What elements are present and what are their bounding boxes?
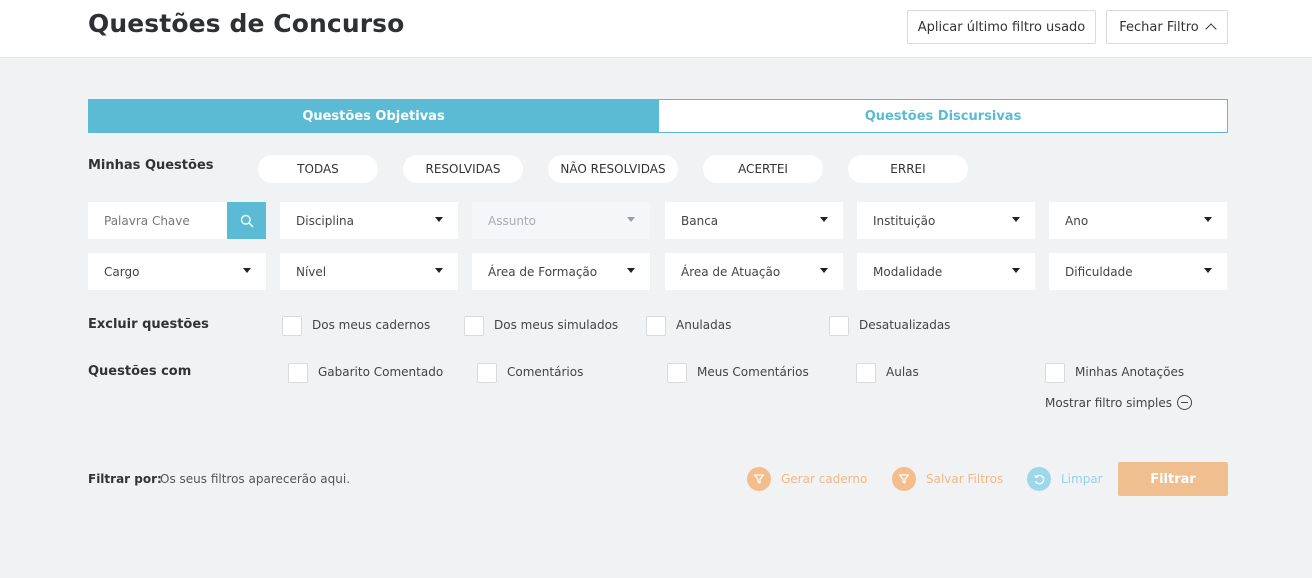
filter-summary-text: Os seus filtros aparecerão aqui. xyxy=(160,472,351,486)
checkbox-label: Aulas xyxy=(886,365,919,379)
caret-down-icon xyxy=(820,217,828,222)
checkbox-label: Gabarito Comentado xyxy=(318,365,444,379)
minus-circle-icon xyxy=(1176,395,1192,410)
select-instituicao-label: Instituição xyxy=(873,213,936,228)
select-modalidade[interactable]: Modalidade xyxy=(857,253,1035,290)
apply-last-filter-button[interactable]: Aplicar último filtro usado xyxy=(907,10,1096,44)
checkbox-label: Desatualizadas xyxy=(859,318,951,332)
keyword-search xyxy=(88,202,266,239)
filter-pill-acertei[interactable]: ACERTEI xyxy=(703,155,823,183)
checkbox-dos-meus-cadernos[interactable] xyxy=(282,316,302,336)
select-ano-label: Ano xyxy=(1065,213,1089,228)
generate-notebook-label: Gerar caderno xyxy=(781,472,868,486)
checkbox-label: Dos meus cadernos xyxy=(312,318,431,332)
filter-pill-resolvidas[interactable]: RESOLVIDAS xyxy=(403,155,523,183)
caret-down-icon xyxy=(435,217,443,222)
select-nivel-label: Nível xyxy=(296,264,327,279)
caret-down-icon xyxy=(1204,217,1212,222)
select-cargo[interactable]: Cargo xyxy=(88,253,266,290)
filter-by-label: Filtrar por: xyxy=(88,472,162,486)
generate-notebook-button[interactable]: Gerar caderno xyxy=(747,467,867,491)
search-button[interactable] xyxy=(227,202,266,239)
checkbox-minhas-anotacoes[interactable] xyxy=(1045,363,1065,383)
close-filter-button[interactable]: Fechar Filtro xyxy=(1106,10,1228,44)
select-assunto: Assunto xyxy=(472,202,650,239)
checkbox-comentarios[interactable] xyxy=(477,363,497,383)
select-dificuldade-label: Dificuldade xyxy=(1065,264,1133,279)
select-banca-label: Banca xyxy=(681,213,719,228)
caret-down-icon xyxy=(627,217,635,222)
checkbox-meus-comentarios[interactable] xyxy=(667,363,687,383)
tab-objective-questions[interactable]: Questões Objetivas xyxy=(88,99,659,133)
my-questions-label: Minhas Questões xyxy=(88,158,214,173)
checkbox-label: Dos meus simulados xyxy=(494,318,619,332)
caret-down-icon xyxy=(243,268,251,273)
select-nivel[interactable]: Nível xyxy=(280,253,458,290)
page-title: Questões de Concurso xyxy=(88,9,405,38)
select-area-formacao-label: Área de Formação xyxy=(488,264,598,279)
questions-with-label: Questões com xyxy=(88,364,192,379)
keyword-search-input[interactable] xyxy=(88,202,227,239)
filter-pill-todas[interactable]: TODAS xyxy=(258,155,378,183)
select-assunto-label: Assunto xyxy=(488,213,536,228)
show-simple-filter-label: Mostrar filtro simples xyxy=(1045,395,1172,410)
caret-down-icon xyxy=(1204,268,1212,273)
filter-pill-errei[interactable]: ERREI xyxy=(848,155,968,183)
tab-discursive-questions[interactable]: Questões Discursivas xyxy=(659,99,1228,133)
select-modalidade-label: Modalidade xyxy=(873,264,943,279)
clear-filters-label: Limpar xyxy=(1061,472,1103,486)
select-instituicao[interactable]: Instituição xyxy=(857,202,1035,239)
checkbox-label: Anuladas xyxy=(676,318,732,332)
reset-icon xyxy=(1027,467,1051,491)
save-filters-button[interactable]: Salvar Filtros xyxy=(892,467,1003,491)
clear-filters-button[interactable]: Limpar xyxy=(1027,467,1103,491)
caret-down-icon xyxy=(1012,217,1020,222)
filter-submit-button[interactable]: Filtrar xyxy=(1118,462,1228,496)
select-area-formacao[interactable]: Área de Formação xyxy=(472,253,650,290)
select-disciplina[interactable]: Disciplina xyxy=(280,202,458,239)
checkbox-label: Comentários xyxy=(507,365,584,379)
select-cargo-label: Cargo xyxy=(104,264,140,279)
search-icon xyxy=(240,214,253,227)
checkbox-anuladas[interactable] xyxy=(646,316,666,336)
checkbox-label: Meus Comentários xyxy=(697,365,809,379)
checkbox-label: Minhas Anotações xyxy=(1075,365,1185,379)
checkbox-aulas[interactable] xyxy=(856,363,876,383)
chevron-up-icon xyxy=(1205,23,1217,35)
caret-down-icon xyxy=(1012,268,1020,273)
caret-down-icon xyxy=(820,268,828,273)
header-bar: Questões de Concurso Aplicar último filt… xyxy=(0,0,1312,58)
select-area-atuacao-label: Área de Atuação xyxy=(681,264,781,279)
checkbox-desatualizadas[interactable] xyxy=(829,316,849,336)
apply-last-filter-label: Aplicar último filtro usado xyxy=(917,19,1086,35)
exclude-questions-label: Excluir questões xyxy=(88,317,209,332)
filter-pill-nao-resolvidas[interactable]: NÃO RESOLVIDAS xyxy=(548,155,678,183)
caret-down-icon xyxy=(627,268,635,273)
funnel-icon xyxy=(747,467,771,491)
select-disciplina-label: Disciplina xyxy=(296,213,355,228)
funnel-icon xyxy=(892,467,916,491)
save-filters-label: Salvar Filtros xyxy=(926,472,1004,486)
select-banca[interactable]: Banca xyxy=(665,202,843,239)
select-area-atuacao[interactable]: Área de Atuação xyxy=(665,253,843,290)
show-simple-filter-link[interactable]: Mostrar filtro simples xyxy=(1045,395,1192,410)
checkbox-dos-meus-simulados[interactable] xyxy=(464,316,484,336)
close-filter-label: Fechar Filtro xyxy=(1119,19,1199,35)
select-dificuldade[interactable]: Dificuldade xyxy=(1049,253,1227,290)
caret-down-icon xyxy=(435,268,443,273)
select-ano[interactable]: Ano xyxy=(1049,202,1227,239)
checkbox-gabarito-comentado[interactable] xyxy=(288,363,308,383)
